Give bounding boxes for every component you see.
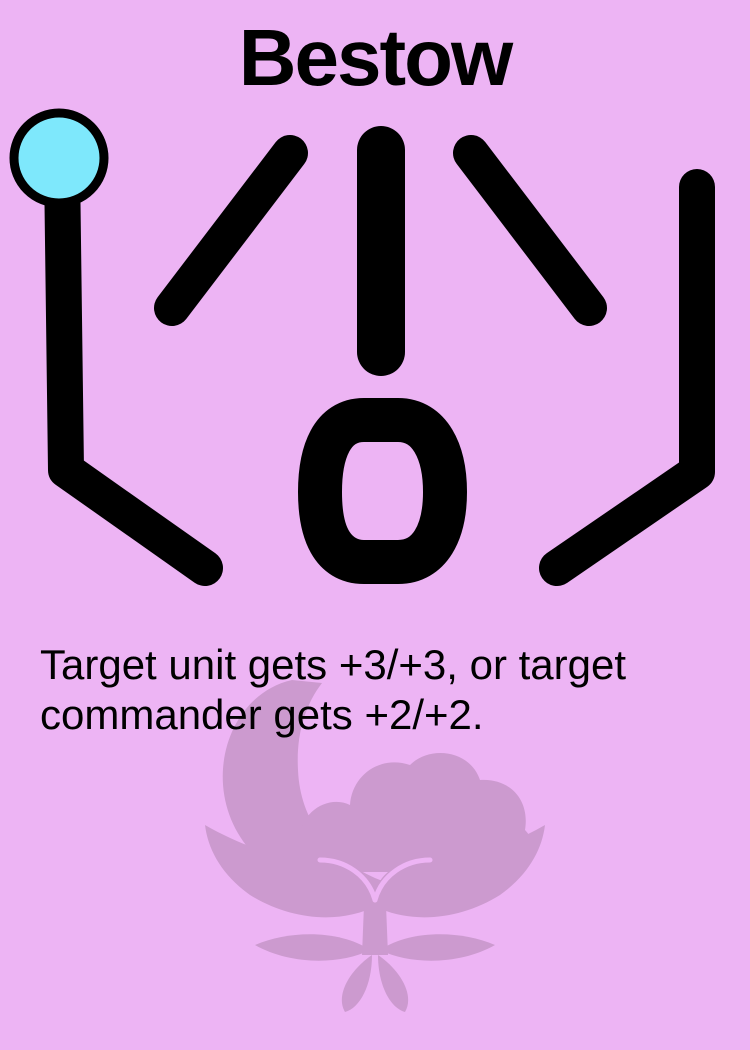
rules-text: Target unit gets +3/+3, or target comman… [40, 641, 627, 738]
spell-glyph-icon [9, 108, 715, 586]
connector-node-icon [9, 108, 109, 208]
card-title: Bestow [238, 13, 514, 102]
card: Bestow Target unit gets +3/+3, or target… [0, 0, 750, 1050]
